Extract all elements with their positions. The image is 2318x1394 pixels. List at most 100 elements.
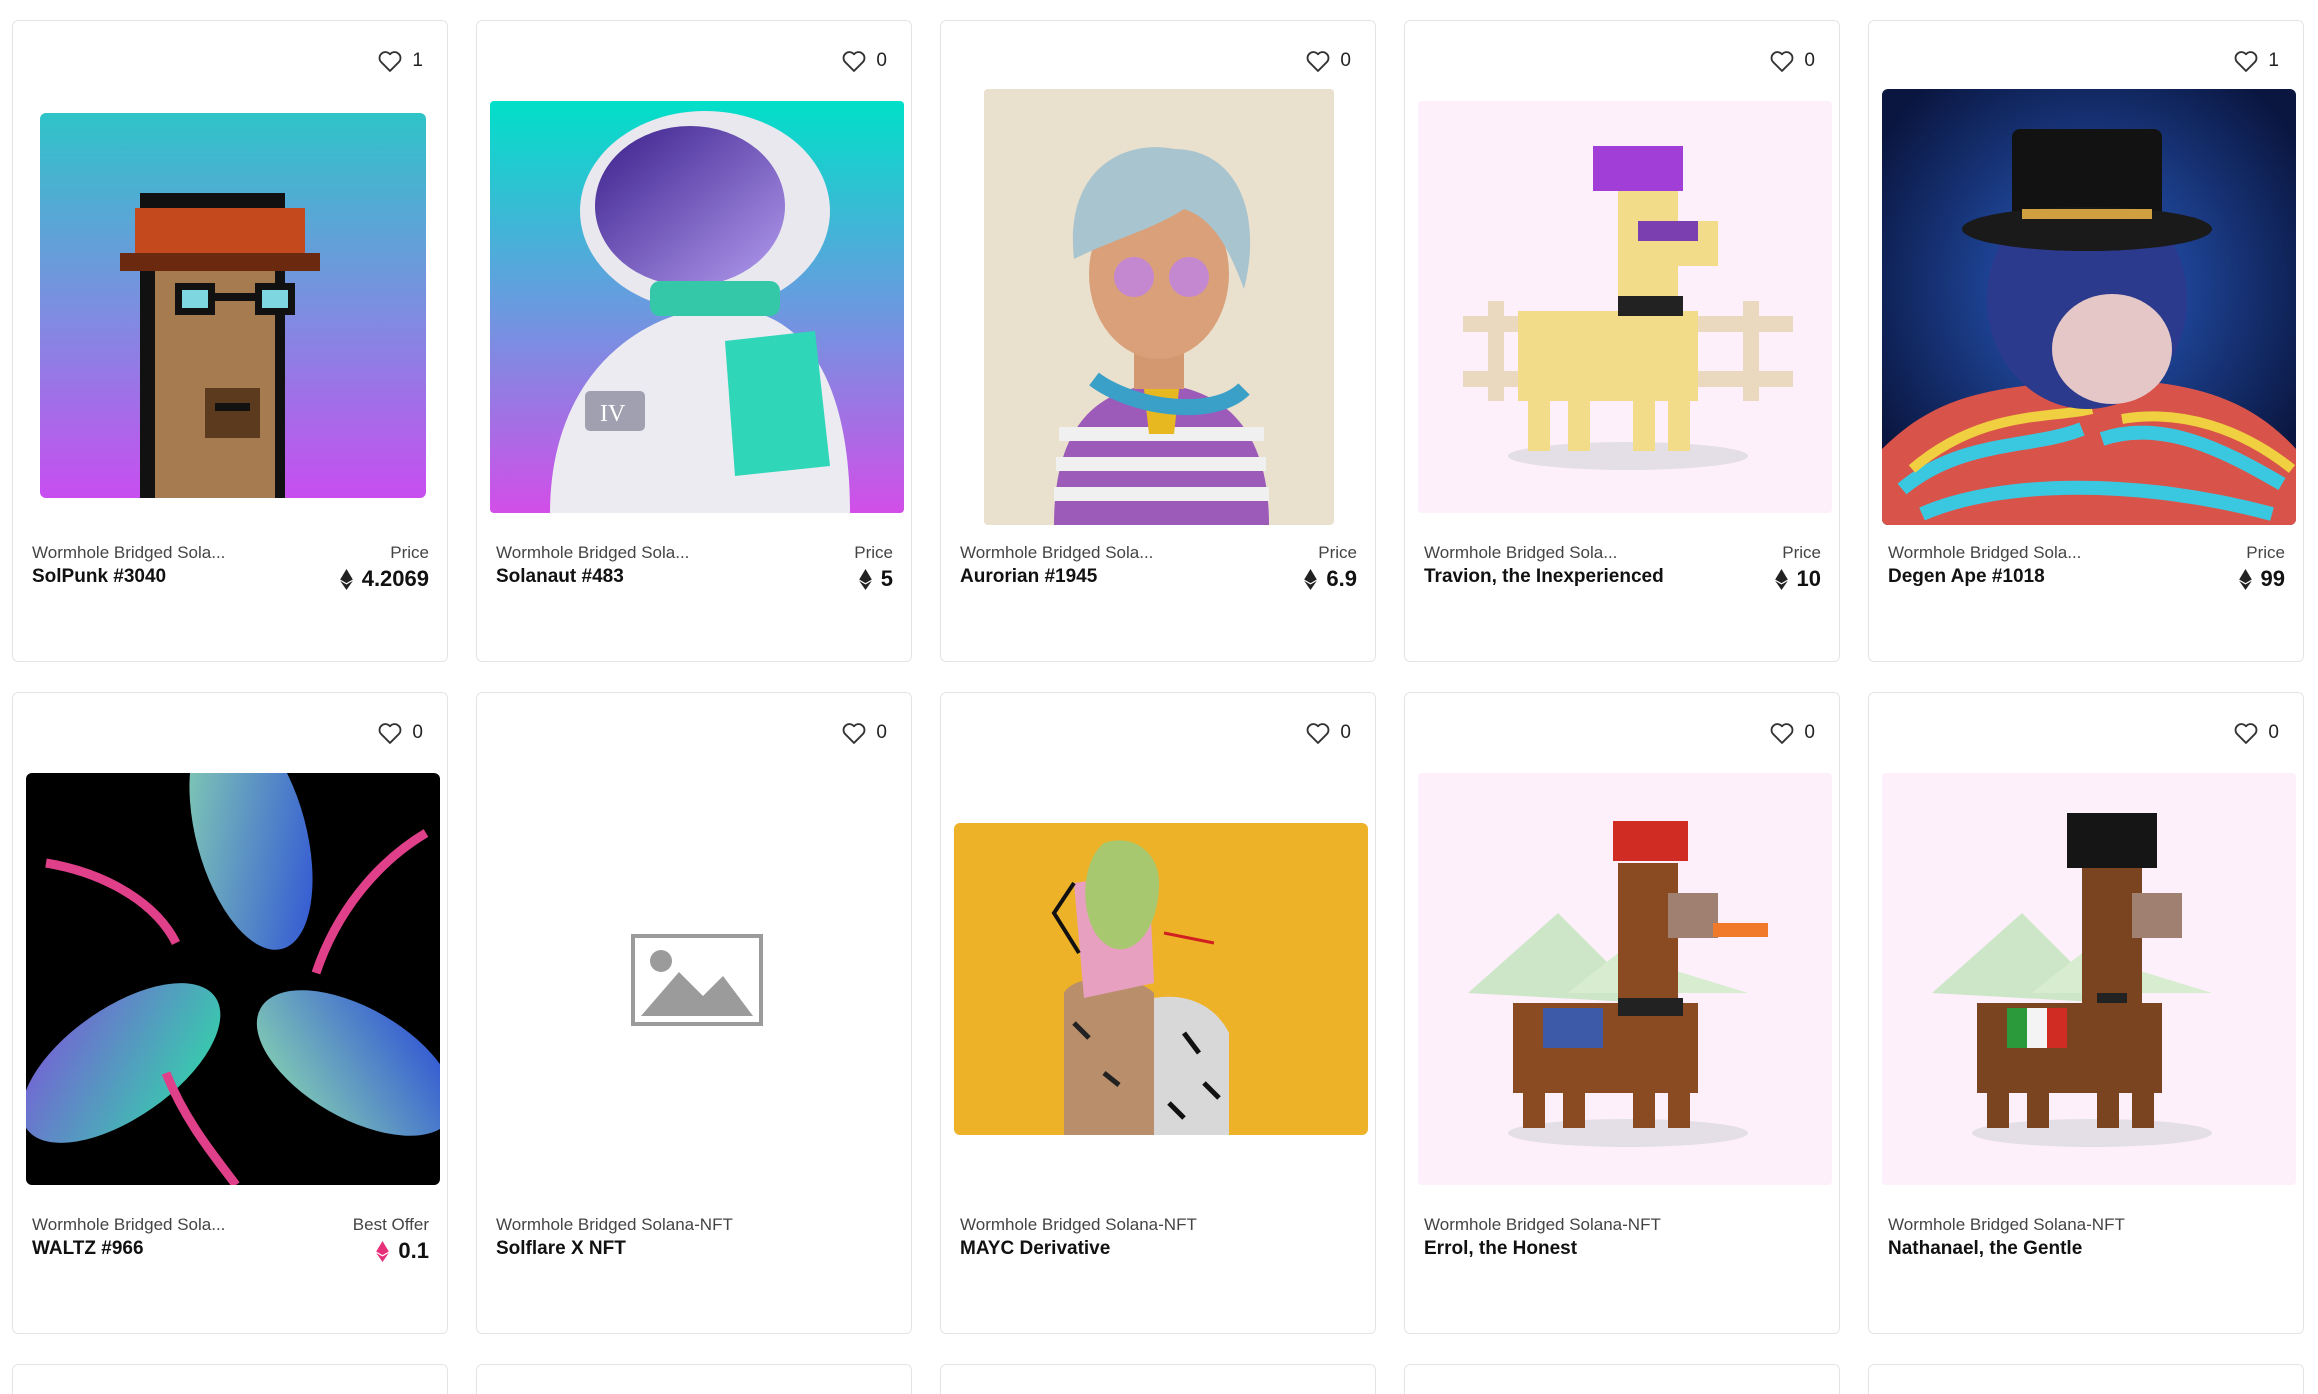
like-count: 0 <box>1804 722 1815 743</box>
like-button[interactable]: 0 <box>2232 719 2279 747</box>
like-count: 0 <box>876 50 887 71</box>
heart-icon <box>1771 51 1794 72</box>
price-label: Price <box>2246 543 2285 562</box>
heart-icon <box>1307 723 1330 744</box>
ethereum-icon <box>2238 568 2252 590</box>
nft-card-travion[interactable]: 0 Wormhole Bridged Sola... Travion, the … <box>1404 20 1840 662</box>
price-amount: 6.9 <box>1326 566 1357 591</box>
like-button[interactable]: 1 <box>376 47 423 75</box>
nft-card-solpunk[interactable]: 1 Wormhole Bridged Sola... SolPunk #3040… <box>12 20 448 662</box>
heart-icon <box>379 51 402 72</box>
nft-name[interactable]: Degen Ape #1018 <box>1888 566 2045 588</box>
collection-name: Wormhole Bridged Sola... <box>1424 543 1618 562</box>
nft-image[interactable]: IV <box>490 101 904 513</box>
ethereum-icon <box>858 568 872 590</box>
price-amount: 4.2069 <box>361 566 429 591</box>
nft-name[interactable]: Errol, the Honest <box>1424 1238 1577 1260</box>
nft-card-errol[interactable]: 0 Wormhole Bridged Solana-NFT Errol, the… <box>1404 692 1840 1334</box>
price-label: Price <box>854 543 893 562</box>
like-button[interactable]: 1 <box>2232 47 2279 75</box>
nft-card-solflare[interactable]: 0 Wormhole Bridged Solana-NFT Solflare X… <box>476 692 912 1334</box>
heart-icon <box>379 723 402 744</box>
nft-name[interactable]: SolPunk #3040 <box>32 566 166 588</box>
like-count: 1 <box>412 50 423 71</box>
heart-icon <box>2235 51 2258 72</box>
heart-icon <box>843 51 866 72</box>
nft-image[interactable] <box>954 823 1368 1135</box>
price-label: Price <box>390 543 429 562</box>
nft-card-partial[interactable] <box>1404 1364 1840 1394</box>
like-button[interactable]: 0 <box>840 719 887 747</box>
nft-name[interactable]: Nathanael, the Gentle <box>1888 1238 2082 1260</box>
nft-card-solanaut[interactable]: 0 IV Wormhole Bridged Sola... Solanaut #… <box>476 20 912 662</box>
nft-image[interactable] <box>984 89 1334 525</box>
nft-image[interactable] <box>1882 773 2296 1185</box>
collection-name: Wormhole Bridged Sola... <box>960 543 1154 562</box>
like-button[interactable]: 0 <box>376 719 423 747</box>
nft-card-partial[interactable] <box>940 1364 1376 1394</box>
price-value: 6.9 <box>1304 566 1357 592</box>
nft-image[interactable] <box>1882 89 2296 525</box>
nft-image[interactable] <box>1418 101 1832 513</box>
heart-icon <box>1307 51 1330 72</box>
svg-text:IV: IV <box>600 401 626 427</box>
price-amount: 0.1 <box>398 1238 429 1263</box>
image-placeholder-icon[interactable] <box>631 934 763 1026</box>
nft-card-partial[interactable] <box>12 1364 448 1394</box>
ethereum-icon <box>339 568 353 590</box>
nft-name[interactable]: Solanaut #483 <box>496 566 624 588</box>
collection-name: Wormhole Bridged Solana-NFT <box>496 1215 733 1234</box>
heart-icon <box>1771 723 1794 744</box>
ethereum-icon <box>1774 568 1788 590</box>
nft-card-waltz[interactable]: 0 Wormhole Bridged Sola... WALTZ #966 Be… <box>12 692 448 1334</box>
price-value: 0.1 <box>376 1238 429 1264</box>
price-value: 10 <box>1774 566 1821 592</box>
nft-name[interactable]: Solflare X NFT <box>496 1238 626 1260</box>
price-value: 4.2069 <box>339 566 429 592</box>
like-count: 0 <box>412 722 423 743</box>
ethereum-icon <box>1304 568 1318 590</box>
collection-name: Wormhole Bridged Sola... <box>1888 543 2082 562</box>
nft-card-degen-ape[interactable]: 1 Wormhole Bridged Sola... Degen Ape #10… <box>1868 20 2304 662</box>
collection-name: Wormhole Bridged Solana-NFT <box>1424 1215 1661 1234</box>
collection-name: Wormhole Bridged Sola... <box>32 543 226 562</box>
price-label: Price <box>1782 543 1821 562</box>
nft-image[interactable] <box>40 113 426 498</box>
nft-image[interactable] <box>26 773 440 1185</box>
like-count: 0 <box>2268 722 2279 743</box>
nft-card-partial[interactable] <box>1868 1364 2304 1394</box>
like-button[interactable]: 0 <box>1768 47 1815 75</box>
nft-name[interactable]: WALTZ #966 <box>32 1238 144 1260</box>
nft-name[interactable]: Travion, the Inexperienced <box>1424 566 1664 588</box>
price-amount: 99 <box>2260 566 2285 591</box>
like-button[interactable]: 0 <box>1304 719 1351 747</box>
nft-card-mayc[interactable]: 0 Wormhole Bridged Solana-NFT MAYC Deriv… <box>940 692 1376 1334</box>
like-button[interactable]: 0 <box>1768 719 1815 747</box>
nft-card-nathanael[interactable]: 0 Wormhole Bridged Solana-NFT Nathanael,… <box>1868 692 2304 1334</box>
price-value: 5 <box>858 566 893 592</box>
like-count: 0 <box>876 722 887 743</box>
like-count: 0 <box>1804 50 1815 71</box>
nft-name[interactable]: Aurorian #1945 <box>960 566 1097 588</box>
collection-name: Wormhole Bridged Solana-NFT <box>1888 1215 2125 1234</box>
heart-icon <box>2235 723 2258 744</box>
nft-name[interactable]: MAYC Derivative <box>960 1238 1110 1260</box>
nft-card-partial[interactable] <box>476 1364 912 1394</box>
collection-name: Wormhole Bridged Sola... <box>32 1215 226 1234</box>
nft-image[interactable] <box>1418 773 1832 1185</box>
best-offer-label: Best Offer <box>352 1215 429 1234</box>
like-button[interactable]: 0 <box>1304 47 1351 75</box>
price-amount: 5 <box>880 566 893 591</box>
price-amount: 10 <box>1796 566 1821 591</box>
collection-name: Wormhole Bridged Sola... <box>496 543 690 562</box>
like-count: 0 <box>1340 722 1351 743</box>
heart-icon <box>843 723 866 744</box>
nft-card-aurorian[interactable]: 0 Wormhole Bridged Sola... Aurorian #194… <box>940 20 1376 662</box>
price-value: 99 <box>2238 566 2285 592</box>
like-button[interactable]: 0 <box>840 47 887 75</box>
price-label: Price <box>1318 543 1357 562</box>
like-count: 0 <box>1340 50 1351 71</box>
like-count: 1 <box>2268 50 2279 71</box>
ethereum-icon <box>376 1240 390 1262</box>
collection-name: Wormhole Bridged Solana-NFT <box>960 1215 1197 1234</box>
